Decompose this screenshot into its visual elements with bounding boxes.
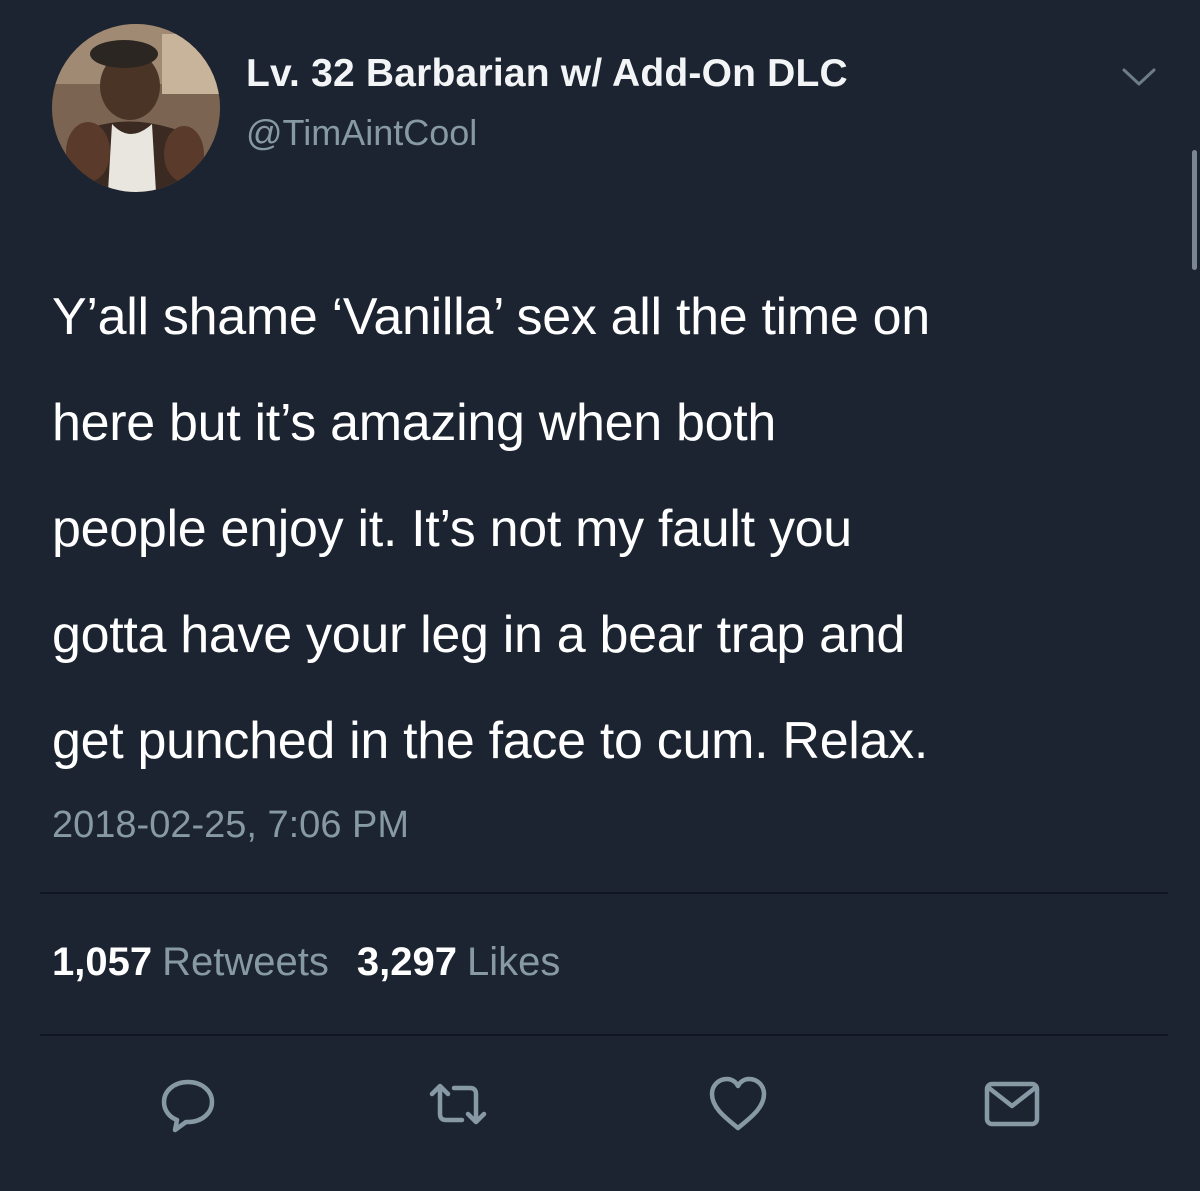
- scrollbar[interactable]: [1192, 150, 1197, 270]
- tweet-text-line: people enjoy it. It’s not my fault you: [52, 500, 852, 558]
- tweet-text-line: get punched in the face to cum. Relax.: [52, 712, 929, 770]
- tweet-text-line: here but it’s amazing when both: [52, 394, 776, 452]
- likes-label[interactable]: Likes: [467, 940, 560, 984]
- engagement-stats: 1,057 Retweets 3,297 Likes: [52, 940, 588, 985]
- user-handle[interactable]: @TimAintCool: [246, 112, 477, 154]
- retweet-icon[interactable]: [426, 1072, 490, 1136]
- tweet-text-line: gotta have your leg in a bear trap and: [52, 606, 905, 664]
- heart-icon[interactable]: [706, 1072, 770, 1136]
- reply-icon[interactable]: [156, 1072, 220, 1136]
- likes-count[interactable]: 3,297: [357, 940, 457, 984]
- tweet-text-line: Y’all shame ‘Vanilla’ sex all the time o…: [52, 288, 930, 346]
- divider: [40, 892, 1168, 894]
- avatar[interactable]: [52, 24, 220, 192]
- envelope-icon[interactable]: [980, 1072, 1044, 1136]
- display-name[interactable]: Lv. 32 Barbarian w/ Add-On DLC: [246, 52, 848, 96]
- chevron-down-icon[interactable]: [1118, 62, 1160, 92]
- retweets-label[interactable]: Retweets: [162, 940, 329, 984]
- timestamp: 2018-02-25, 7:06 PM: [52, 804, 410, 846]
- avatar-photo: [52, 24, 220, 192]
- divider: [40, 1034, 1168, 1036]
- tweet-text: Y’all shame ‘Vanilla’ sex all the time o…: [52, 264, 1162, 794]
- tweet-view: Lv. 32 Barbarian w/ Add-On DLC @TimAintC…: [0, 0, 1200, 1191]
- retweets-count[interactable]: 1,057: [52, 940, 152, 984]
